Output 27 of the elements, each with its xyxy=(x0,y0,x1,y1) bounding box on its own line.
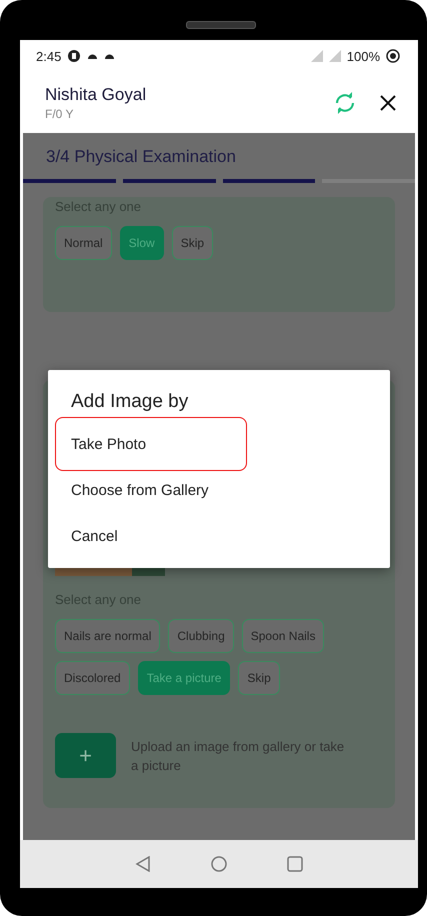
option-chip[interactable]: Discolored xyxy=(55,661,130,695)
sync-icon[interactable] xyxy=(334,92,356,114)
recents-icon[interactable] xyxy=(287,856,303,872)
close-icon[interactable] xyxy=(380,94,396,110)
speaker-grille xyxy=(186,21,256,29)
option-chip[interactable]: Take a picture xyxy=(138,661,230,695)
home-icon[interactable] xyxy=(211,856,227,872)
no-signal-icon xyxy=(328,50,341,62)
status-time: 2:45 xyxy=(36,48,62,64)
battery-percentage: 100% xyxy=(346,48,380,64)
add-image-button[interactable]: + xyxy=(55,733,116,778)
dialog-title: Add Image by xyxy=(70,391,190,414)
option-chip[interactable]: Clubbing xyxy=(168,619,234,653)
step-title: 3/4 Physical Examination xyxy=(45,146,237,168)
app-icon xyxy=(67,49,82,63)
option-chip[interactable]: Nails are normal xyxy=(55,619,160,653)
back-icon[interactable] xyxy=(135,856,151,872)
dialog-option[interactable]: Take Photo xyxy=(55,417,247,471)
option-chip[interactable]: Skip xyxy=(238,661,280,695)
no-signal-icon xyxy=(310,50,323,62)
option-chip[interactable]: Skip xyxy=(172,226,214,260)
option-chip[interactable]: Slow xyxy=(120,226,164,260)
patient-name: Nishita Goyal xyxy=(45,84,148,104)
option-chip[interactable]: Spoon Nails xyxy=(242,619,324,653)
battery-icon xyxy=(386,49,400,63)
patient-details: F/0 Y xyxy=(45,106,74,120)
option-chip[interactable]: Normal xyxy=(55,226,112,260)
